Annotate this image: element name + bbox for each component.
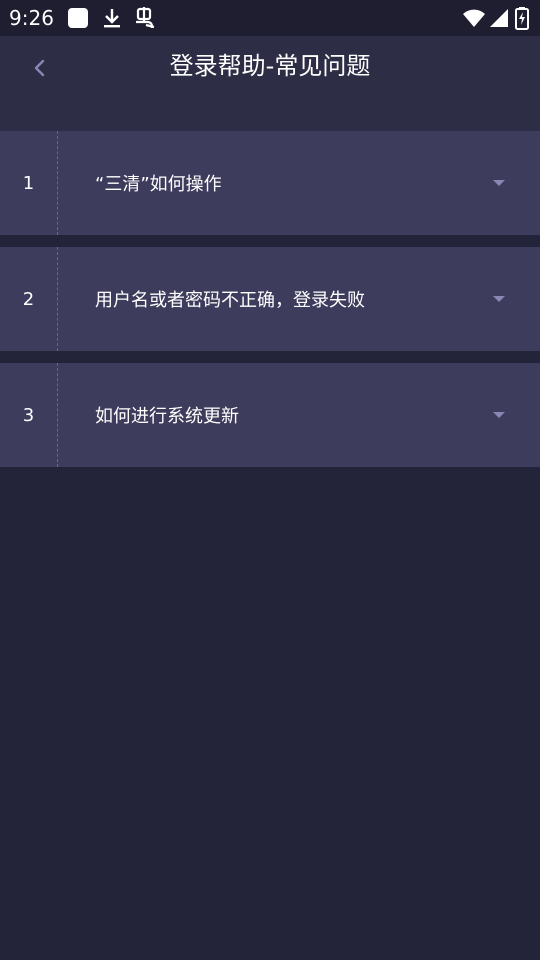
faq-question: 用户名或者密码不正确，登录失败 bbox=[95, 290, 365, 311]
caret-down-icon bbox=[493, 412, 505, 418]
divider bbox=[0, 351, 540, 363]
header: 登录帮助-常见问题 bbox=[0, 36, 540, 131]
faq-item-3[interactable]: 3 如何进行系统更新 bbox=[0, 363, 540, 467]
caret-down-icon bbox=[493, 180, 505, 186]
battery-charging-icon bbox=[515, 7, 529, 30]
faq-index: 1 bbox=[0, 131, 58, 235]
faq-item-2[interactable]: 2 用户名或者密码不正确，登录失败 bbox=[0, 247, 540, 351]
wifi-icon bbox=[463, 9, 485, 27]
faq-index: 2 bbox=[0, 247, 58, 351]
notification-square-icon bbox=[68, 8, 88, 28]
divider bbox=[0, 467, 540, 479]
faq-index: 3 bbox=[0, 363, 58, 467]
download-icon bbox=[104, 9, 120, 28]
faq-question: “三清”如何操作 bbox=[95, 174, 222, 195]
divider bbox=[0, 235, 540, 247]
page-title: 登录帮助-常见问题 bbox=[169, 52, 371, 80]
faq-question: 如何进行系统更新 bbox=[95, 406, 239, 427]
status-time: 9:26 bbox=[9, 6, 54, 30]
faq-item-1[interactable]: 1 “三清”如何操作 bbox=[0, 131, 540, 235]
bug-icon bbox=[136, 7, 155, 29]
faq-list: 1 “三清”如何操作 2 用户名或者密码不正确，登录失败 3 如何进行系统更新 bbox=[0, 131, 540, 479]
signal-icon bbox=[490, 9, 508, 27]
status-bar: 9:26 bbox=[0, 0, 540, 36]
caret-down-icon bbox=[493, 296, 505, 302]
